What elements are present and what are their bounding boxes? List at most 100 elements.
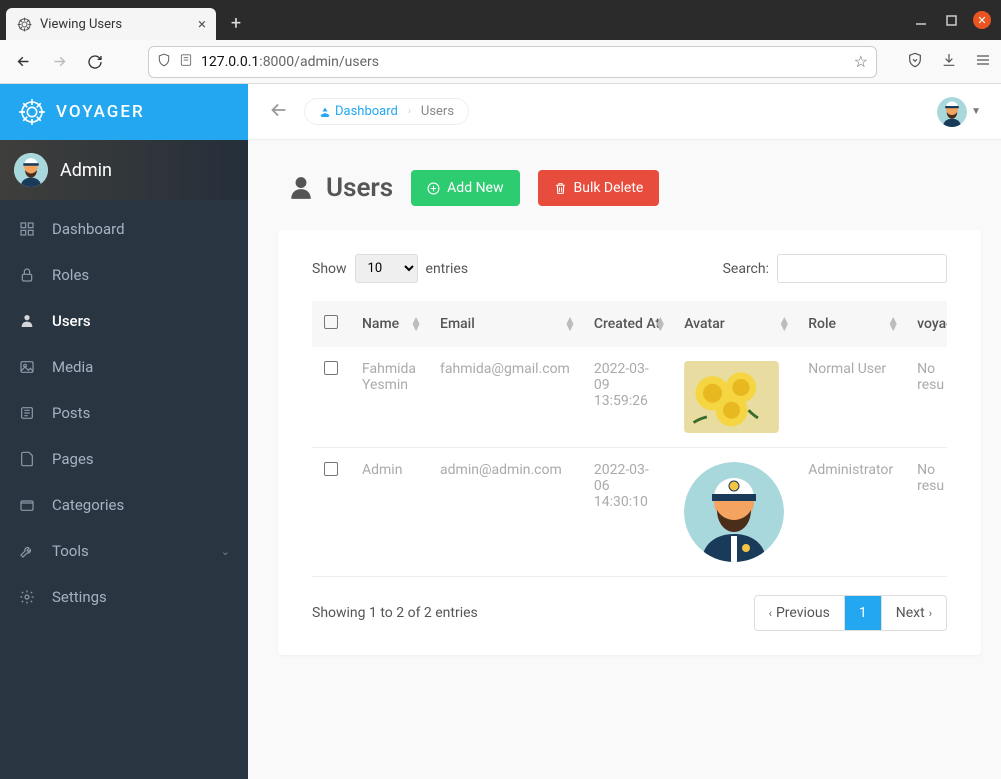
sidebar-item-roles[interactable]: Roles <box>0 252 248 298</box>
wrench-icon <box>18 542 36 560</box>
sidebar-item-label: Settings <box>52 588 107 606</box>
back-button[interactable] <box>10 49 36 75</box>
sort-icon: ▲▼ <box>778 317 790 331</box>
boat-icon <box>319 106 331 118</box>
cell-avatar <box>672 347 796 448</box>
cell-email: admin@admin.com <box>428 448 582 577</box>
sidebar-item-categories[interactable]: Categories <box>0 482 248 528</box>
helm-icon <box>16 16 32 32</box>
maximize-icon[interactable] <box>943 12 959 28</box>
column-header[interactable]: Email▲▼ <box>428 301 582 347</box>
new-tab-button[interactable]: + <box>224 13 248 34</box>
prev-button[interactable]: ‹Previous <box>755 596 844 630</box>
tab-title: Viewing Users <box>40 17 190 32</box>
plus-circle-icon <box>427 182 440 195</box>
bulk-delete-button[interactable]: Bulk Delete <box>538 170 660 206</box>
person-icon <box>18 312 36 330</box>
profile-block[interactable]: Admin <box>0 140 248 200</box>
table-row: Fahmida Yesminfahmida@gmail.com2022-03-0… <box>312 347 947 448</box>
browser-tab[interactable]: Viewing Users × <box>6 8 216 40</box>
column-header[interactable]: voyag▲▼ <box>905 301 947 347</box>
sort-icon: ▲▼ <box>564 317 576 331</box>
page-header: Users Add New Bulk Delete <box>248 140 1001 220</box>
sidebar: VOYAGER Admin Dashboard Roles Users Media Po… <box>0 84 248 779</box>
sidebar-item-pages[interactable]: Pages <box>0 436 248 482</box>
close-window-icon[interactable]: ✕ <box>973 11 991 29</box>
pagination: ‹Previous 1 Next› <box>754 595 947 631</box>
select-all-checkbox[interactable] <box>324 315 338 329</box>
reload-button[interactable] <box>82 49 108 75</box>
page-info-icon <box>179 53 193 71</box>
lock-icon <box>18 266 36 284</box>
cell-role: Normal User <box>796 347 905 448</box>
sidebar-item-label: Pages <box>52 450 94 468</box>
sidebar-item-label: Users <box>52 312 91 330</box>
brand-text: VOYAGER <box>56 102 145 122</box>
column-header[interactable]: Created At▲▼ <box>582 301 672 347</box>
sidebar-item-settings[interactable]: Settings <box>0 574 248 620</box>
column-header[interactable]: Role▲▼ <box>796 301 905 347</box>
users-table: Name▲▼Email▲▼Created At▲▼Avatar▲▼Role▲▼v… <box>312 301 947 577</box>
chevron-down-icon: ⌄ <box>221 545 230 558</box>
dashboard-icon <box>18 220 36 238</box>
cell-extra: No resu <box>905 347 947 448</box>
column-header[interactable]: Name▲▼ <box>350 301 428 347</box>
data-panel: Show 10 entries Search: Name▲▼Email▲▼Cre… <box>278 230 981 655</box>
news-icon <box>18 404 36 422</box>
next-button[interactable]: Next› <box>881 596 946 630</box>
sidebar-item-users[interactable]: Users <box>0 298 248 344</box>
breadcrumb-dashboard[interactable]: Dashboard <box>319 104 398 119</box>
page-size-select[interactable]: 10 <box>355 254 418 283</box>
cell-created: 2022-03-0614:30:10 <box>582 448 672 577</box>
avatar-icon <box>937 97 967 127</box>
menu-icon[interactable] <box>975 52 991 72</box>
breadcrumb-current: Users <box>421 104 454 119</box>
trash-icon <box>554 181 567 196</box>
nav-list: Dashboard Roles Users Media Posts Pages Catego… <box>0 200 248 626</box>
shield-icon <box>157 53 171 71</box>
cell-avatar <box>672 448 796 577</box>
sidebar-item-tools[interactable]: Tools ⌄ <box>0 528 248 574</box>
helm-icon <box>18 98 46 126</box>
cell-extra: No resu <box>905 448 947 577</box>
url-text: 127.0.0.1:8000/admin/users <box>201 54 846 70</box>
user-menu[interactable]: ▼ <box>937 97 981 127</box>
sidebar-item-label: Media <box>52 358 93 376</box>
sidebar-item-label: Roles <box>52 266 89 284</box>
column-header[interactable]: Avatar▲▼ <box>672 301 796 347</box>
chevron-left-icon: ‹ <box>769 607 772 620</box>
column-header[interactable] <box>312 301 350 347</box>
forward-button[interactable] <box>46 49 72 75</box>
sidebar-item-media[interactable]: Media <box>0 344 248 390</box>
downloads-icon[interactable] <box>941 52 957 72</box>
gear-icon <box>18 588 36 606</box>
table-row: Adminadmin@admin.com2022-03-0614:30:10Ad… <box>312 448 947 577</box>
brand-bar[interactable]: VOYAGER <box>0 84 248 140</box>
sort-icon: ▲▼ <box>887 317 899 331</box>
page-1-button[interactable]: 1 <box>844 596 881 630</box>
caret-down-icon: ▼ <box>971 106 981 117</box>
sidebar-item-label: Dashboard <box>52 220 125 238</box>
tab-close-icon[interactable]: × <box>198 15 206 33</box>
file-icon <box>18 450 36 468</box>
search-input[interactable] <box>777 254 947 283</box>
breadcrumb: Dashboard › Users <box>304 98 469 125</box>
sidebar-item-posts[interactable]: Posts <box>0 390 248 436</box>
sidebar-item-label: Posts <box>52 404 90 422</box>
minimize-icon[interactable] <box>913 12 929 28</box>
browser-toolbar: 127.0.0.1:8000/admin/users ☆ <box>0 40 1001 84</box>
row-checkbox[interactable] <box>324 361 338 375</box>
topbar-back-icon[interactable] <box>268 99 290 125</box>
row-checkbox[interactable] <box>324 462 338 476</box>
bookmark-icon[interactable]: ☆ <box>854 52 868 71</box>
add-new-button[interactable]: Add New <box>411 170 519 206</box>
sidebar-item-label: Tools <box>52 542 89 560</box>
entries-selector: Show 10 entries <box>312 254 468 283</box>
chevron-right-icon: › <box>408 106 411 117</box>
search-label: Search: <box>723 261 769 277</box>
sidebar-item-dashboard[interactable]: Dashboard <box>0 206 248 252</box>
url-bar[interactable]: 127.0.0.1:8000/admin/users ☆ <box>148 46 877 78</box>
chevron-right-icon: › <box>929 607 932 620</box>
pocket-icon[interactable] <box>907 52 923 72</box>
folder-icon <box>18 496 36 514</box>
